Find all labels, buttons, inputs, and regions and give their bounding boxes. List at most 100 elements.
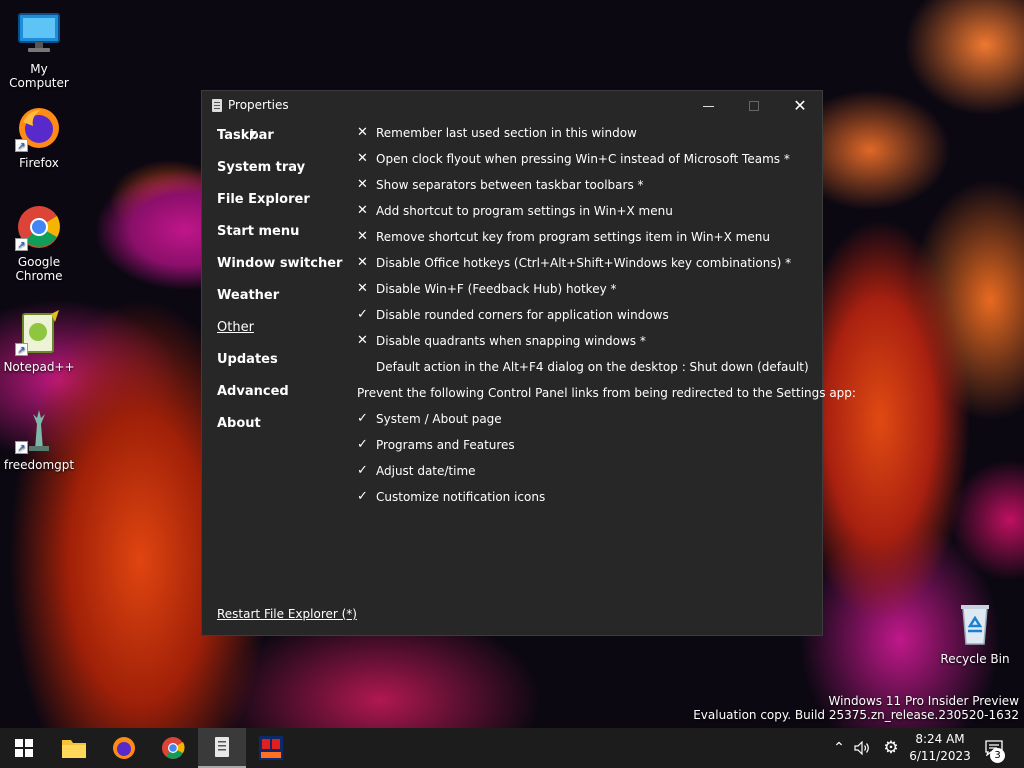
shortcut-arrow-icon: ↗ [15,238,28,251]
statue-of-liberty-icon: ↗ [15,406,63,454]
unchecked-x-icon: ✕ [357,255,368,270]
nav-item-file-explorer[interactable]: File Explorer [217,191,357,223]
nav-item-advanced[interactable]: Advanced [217,383,357,415]
desktop-icon-freedomgpt[interactable]: ↗ freedomgpt [0,406,78,472]
windows-watermark: Windows 11 Pro Insider Preview Evaluatio… [693,694,1019,722]
desktop-icon-label: Recycle Bin [940,652,1010,666]
option-label: Remove shortcut key from program setting… [376,230,770,244]
options-list: ✕ Remember last used section in this wind… [357,124,856,514]
option-label: Disable quadrants when snapping windows … [376,334,646,348]
option-label: Disable rounded corners for application … [376,308,669,322]
window-title: Properties [228,98,289,112]
unchecked-x-icon: ✕ [357,203,368,218]
taskbar-file-explorer[interactable] [50,728,98,768]
taskbar-clock[interactable]: 8:24 AM 6/11/2023 [905,731,975,765]
properties-app-icon [212,99,222,112]
speaker-icon [854,741,869,755]
option-redirect-programs-features[interactable]: ✓ Programs and Features [357,436,817,462]
option-label: Open clock flyout when pressing Win+C in… [376,152,790,166]
unchecked-x-icon: ✕ [357,151,368,166]
restart-file-explorer-link[interactable]: Restart File Explorer (*) [217,607,357,621]
nav-item-weather[interactable]: Weather [217,287,357,319]
option-clock-flyout-win-c[interactable]: ✕ Open clock flyout when pressing Win+C i… [357,150,817,176]
shortcut-arrow-icon: ↗ [15,441,28,454]
desktop-icon-label: Google Chrome [15,255,63,283]
mouse-pointer-icon [250,131,257,141]
option-label: Remember last used section in this windo… [376,126,637,140]
option-label: Disable Office hotkeys (Ctrl+Alt+Shift+W… [376,256,792,270]
unchecked-x-icon: ✕ [357,281,368,296]
chrome-icon: ↗ [15,203,63,251]
unchecked-x-icon: ✕ [357,229,368,244]
show-hidden-icons-button[interactable]: ⌃ [828,728,850,768]
option-label: Adjust date/time [376,464,476,478]
option-label: Show separators between taskbar toolbars… [376,178,644,192]
start-button[interactable] [0,728,48,768]
desktop-icon-notepad-plus-plus[interactable]: ↗ Notepad++ [0,308,78,374]
option-redirect-notification-icons[interactable]: ✓ Customize notification icons [357,488,817,514]
redirect-section-heading: Prevent the following Control Panel link… [357,386,856,400]
desktop-icon-label: Notepad++ [3,360,75,374]
desktop-icon-google-chrome[interactable]: ↗ Google Chrome [0,203,78,283]
option-disable-rounded-corners[interactable]: ✓ Disable rounded corners for application… [357,306,817,332]
option-remove-shortcut-key[interactable]: ✕ Remove shortcut key from program settin… [357,228,817,254]
desktop-icon-label: freedomgpt [3,458,75,472]
nav-item-about[interactable]: About [217,415,357,447]
option-winx-shortcut[interactable]: ✕ Add shortcut to program settings in Win… [357,202,817,228]
nav-item-other[interactable]: Other [217,319,357,351]
minimize-button[interactable] [685,91,731,121]
checkmark-icon: ✓ [357,463,368,478]
nav-item-taskbar[interactable]: Taskbar [217,127,357,159]
maximize-button[interactable] [731,91,777,121]
folder-icon [62,740,86,758]
taskbar-firefox[interactable] [100,728,148,768]
option-label: Add shortcut to program settings in Win+… [376,204,673,218]
option-remember-last-section[interactable]: ✕ Remember last used section in this wind… [357,124,817,150]
nav-item-start-menu[interactable]: Start menu [217,223,357,255]
title-bar[interactable]: Properties ✕ [202,91,822,121]
properties-app-icon [215,737,229,757]
neo-app-icon [259,736,283,760]
unchecked-x-icon: ✕ [357,333,368,348]
chrome-icon [162,737,185,759]
desktop-icon-my-computer[interactable]: My Computer [0,10,78,90]
option-disable-office-hotkeys[interactable]: ✕ Disable Office hotkeys (Ctrl+Alt+Shift+… [357,254,817,280]
settings-button[interactable]: ⚙ [879,728,903,768]
volume-button[interactable] [851,728,873,768]
monitor-icon [15,10,63,58]
close-icon: ✕ [793,96,807,115]
section-nav: Taskbar System tray File Explorer Start … [217,127,357,447]
nav-item-window-switcher[interactable]: Window switcher [217,255,357,287]
windows-logo-icon [15,739,33,757]
nav-item-system-tray[interactable]: System tray [217,159,357,191]
gear-icon: ⚙ [883,738,899,758]
maximize-icon [749,101,759,111]
desktop-icon-firefox[interactable]: ↗ Firefox [0,104,78,170]
desktop-icon-recycle-bin[interactable]: Recycle Bin [936,600,1014,666]
desktop-icon-label: My Computer [9,62,69,90]
watermark-build: Evaluation copy. Build 25375.zn_release.… [693,708,1019,722]
option-label: Programs and Features [376,438,515,452]
option-redirect-system-about[interactable]: ✓ System / About page [357,410,817,436]
taskbar-properties[interactable] [198,728,246,768]
taskbar: ⌃ ⚙ 8:24 AM 6/11/2023 3 [0,728,1024,768]
taskbar-neo-app[interactable] [247,728,295,768]
checkmark-icon: ✓ [357,437,368,452]
option-alt-f4-default-action[interactable]: Default action in the Alt+F4 dialog on t… [357,358,817,384]
firefox-icon: ↗ [15,104,63,152]
option-label: System / About page [376,412,502,426]
shortcut-arrow-icon: ↗ [15,343,28,356]
unchecked-x-icon: ✕ [357,125,368,140]
close-button[interactable]: ✕ [777,91,823,121]
shortcut-arrow-icon: ↗ [15,139,28,152]
checkmark-icon: ✓ [357,489,368,504]
nav-item-updates[interactable]: Updates [217,351,357,383]
option-redirect-date-time[interactable]: ✓ Adjust date/time [357,462,817,488]
option-label: Customize notification icons [376,490,546,504]
option-toolbar-separators[interactable]: ✕ Show separators between taskbar toolbar… [357,176,817,202]
option-disable-win-f[interactable]: ✕ Disable Win+F (Feedback Hub) hotkey * [357,280,817,306]
option-label: Default action in the Alt+F4 dialog on t… [376,360,809,374]
notification-count-badge: 3 [990,748,1005,763]
taskbar-chrome[interactable] [149,728,197,768]
option-disable-quadrants[interactable]: ✕ Disable quadrants when snapping windows… [357,332,817,358]
